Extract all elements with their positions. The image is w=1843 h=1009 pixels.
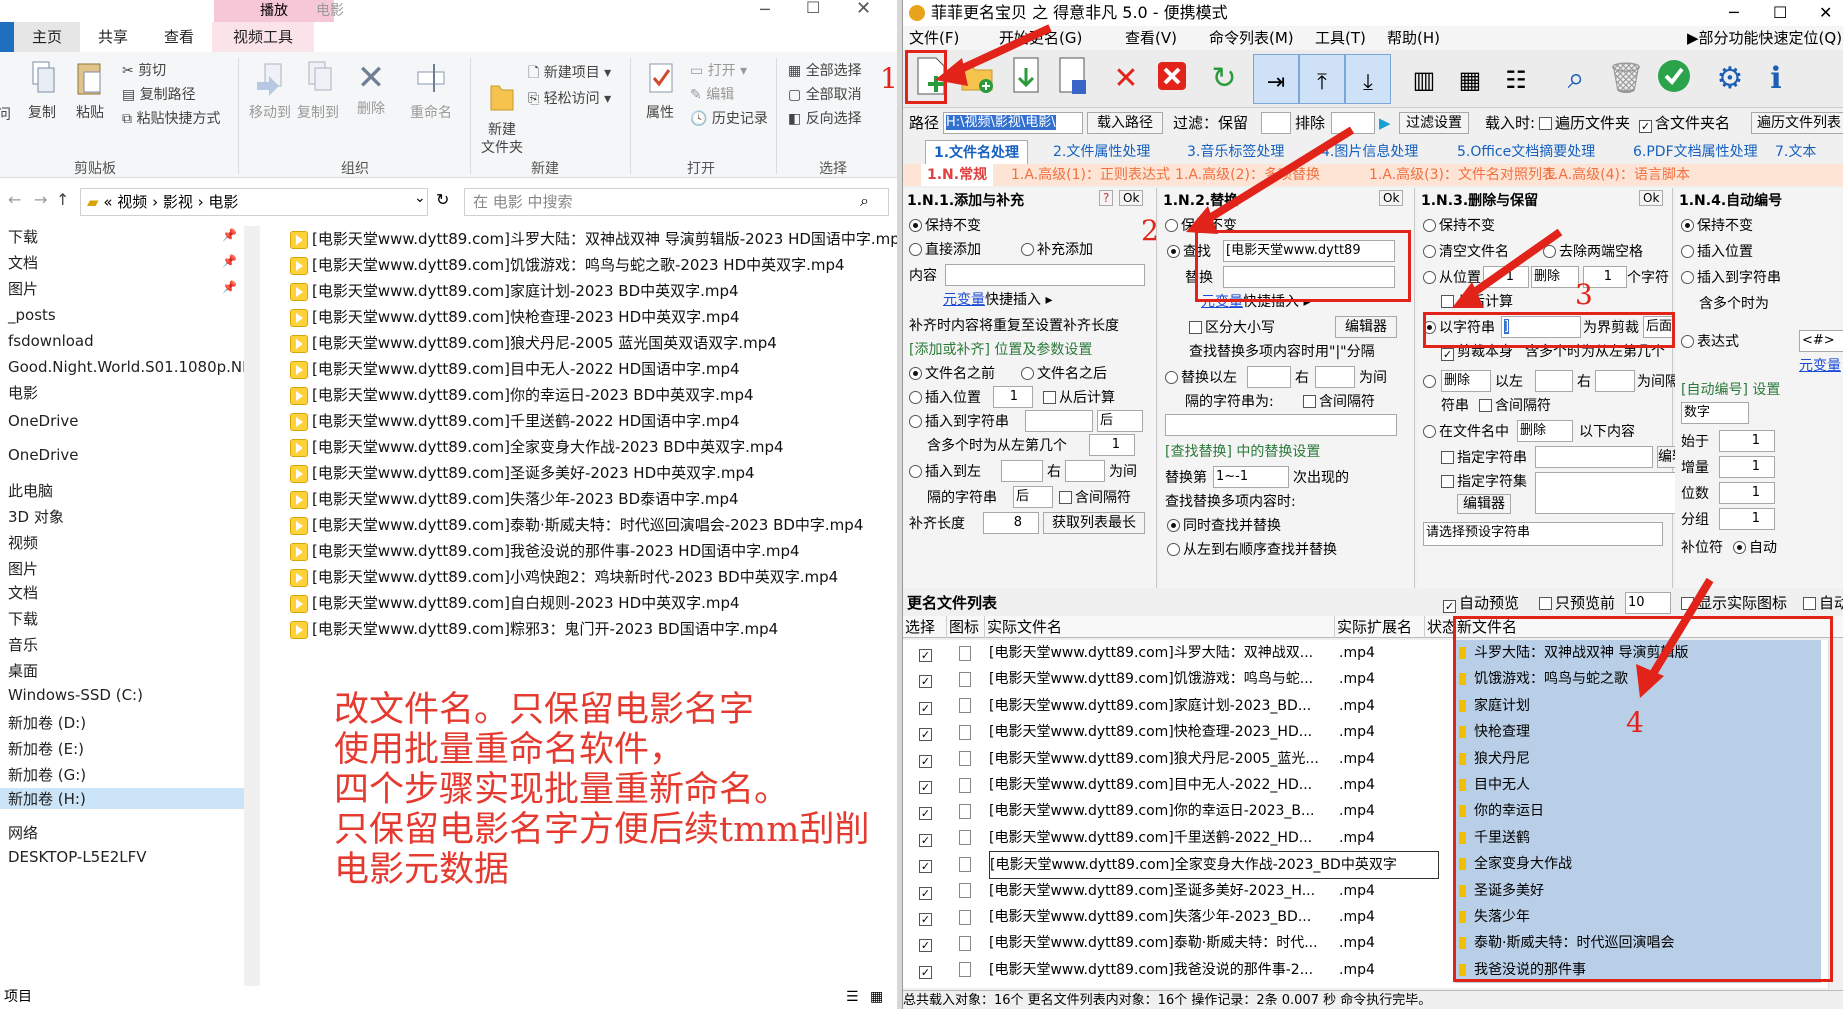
step-number-4: 4 <box>1626 706 1644 739</box>
actual-name: [电影天堂www.dytt89.com]全家变身大作战-2023_BD中英双字 <box>989 851 1439 880</box>
arrow-1-head <box>935 58 968 86</box>
arrow-3 <box>1463 228 1563 302</box>
arrow-1 <box>948 24 1052 78</box>
step-number-3: 3 <box>1575 278 1593 311</box>
step-number-2: 2 <box>1141 214 1159 247</box>
arrow-4 <box>1644 577 1714 685</box>
arrow-2 <box>1197 126 1355 228</box>
step-number-1: 1 <box>880 62 898 95</box>
annotation-arrows <box>935 24 1714 698</box>
